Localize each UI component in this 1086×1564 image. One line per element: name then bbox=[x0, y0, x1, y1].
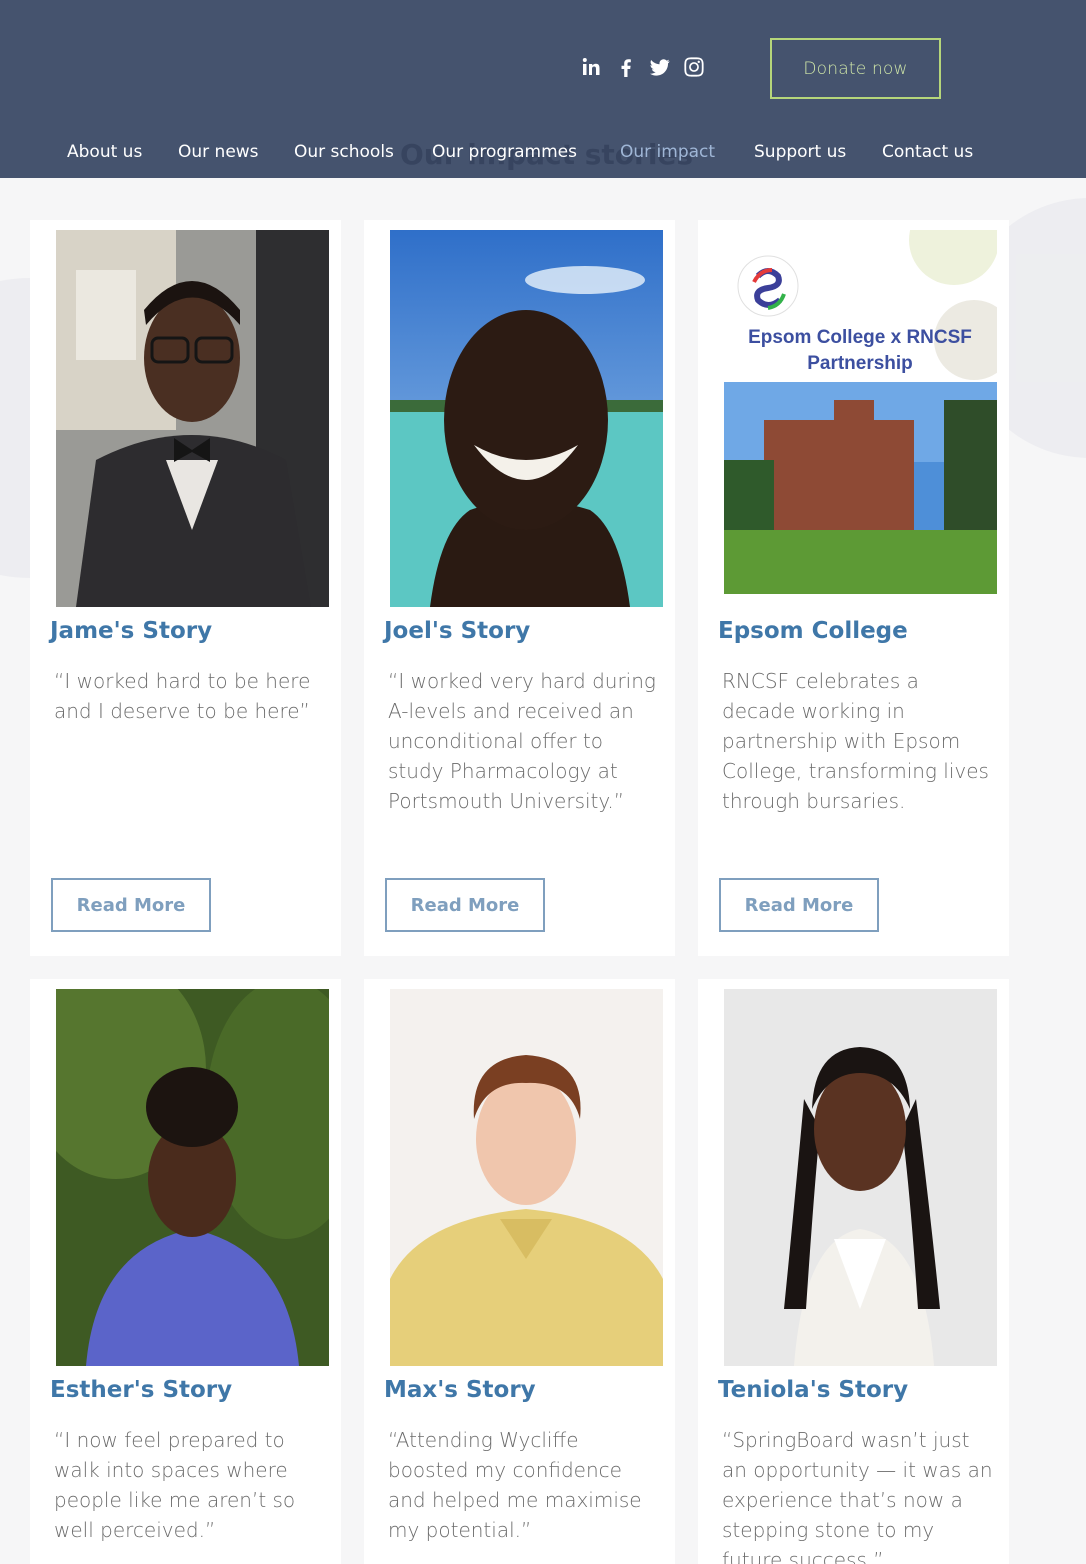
story-quote: “I now feel prepared to walk into spaces… bbox=[54, 1428, 296, 1542]
nav-contact-us[interactable]: Contact us bbox=[882, 142, 973, 162]
read-more-button[interactable]: Read More bbox=[51, 878, 211, 932]
svg-text:Epsom College x RNCSF: Epsom College x RNCSF bbox=[748, 327, 972, 348]
story-card-epsom-college: Epsom College x RNCSF Partnership Epsom … bbox=[698, 220, 1009, 956]
facebook-icon[interactable] bbox=[616, 56, 636, 78]
read-more-button[interactable]: Read More bbox=[719, 878, 879, 932]
donate-now-button[interactable]: Donate now bbox=[770, 38, 941, 99]
nav-about-us[interactable]: About us bbox=[67, 142, 142, 162]
nav-support-us[interactable]: Support us bbox=[754, 142, 846, 162]
story-title: Max's Story bbox=[384, 1377, 536, 1403]
story-card-james: Jame's Story “I worked hard to be here a… bbox=[30, 220, 341, 956]
story-summary: RNCSF celebrates a decade working in par… bbox=[722, 669, 989, 813]
svg-text:Partnership: Partnership bbox=[807, 353, 913, 374]
teniola-photo bbox=[724, 989, 997, 1366]
story-card-joel: Joel's Story “I worked very hard during … bbox=[364, 220, 675, 956]
linkedin-icon[interactable] bbox=[582, 56, 602, 78]
james-photo bbox=[56, 230, 329, 607]
nav-our-impact[interactable]: Our impact bbox=[620, 142, 715, 162]
story-title: Teniola's Story bbox=[718, 1377, 909, 1403]
esther-photo bbox=[56, 989, 329, 1366]
max-photo bbox=[390, 989, 663, 1366]
read-more-button[interactable]: Read More bbox=[385, 878, 545, 932]
nav-our-news[interactable]: Our news bbox=[178, 142, 259, 162]
nav-our-schools[interactable]: Our schools bbox=[294, 142, 394, 162]
story-card-max: Max's Story “Attending Wycliffe boosted … bbox=[364, 979, 675, 1564]
story-title: Esther's Story bbox=[50, 1377, 233, 1403]
story-card-teniola: Teniola's Story “SpringBoard wasn’t just… bbox=[698, 979, 1009, 1564]
epsom-college-image: Epsom College x RNCSF Partnership bbox=[724, 230, 997, 607]
story-quote: “I worked hard to be here and I deserve … bbox=[54, 669, 311, 723]
nav-our-programmes[interactable]: Our programmes bbox=[432, 142, 577, 162]
social-links bbox=[582, 56, 704, 78]
main-navigation: About us Our news Our schools Our progra… bbox=[0, 142, 1086, 168]
story-quote: “SpringBoard wasn’t just an opportunity … bbox=[722, 1428, 993, 1564]
stories-grid: Jame's Story “I worked hard to be here a… bbox=[0, 178, 1086, 1564]
story-card-esther: Esther's Story “I now feel prepared to w… bbox=[30, 979, 341, 1564]
site-header: Our impact stories Donate now About us O… bbox=[0, 0, 1086, 178]
story-quote: “Attending Wycliffe boosted my confidenc… bbox=[388, 1428, 642, 1542]
story-quote: “I worked very hard during A-levels and … bbox=[388, 669, 656, 813]
joel-photo bbox=[390, 230, 663, 607]
twitter-icon[interactable] bbox=[650, 56, 670, 78]
story-title: Jame's Story bbox=[50, 618, 213, 644]
story-title: Epsom College bbox=[718, 618, 908, 644]
story-title: Joel's Story bbox=[384, 618, 531, 644]
instagram-icon[interactable] bbox=[684, 56, 704, 78]
